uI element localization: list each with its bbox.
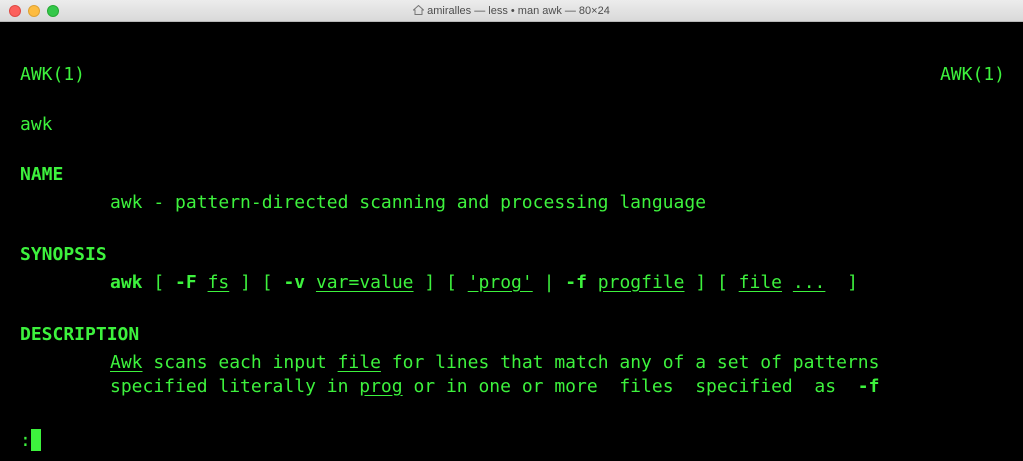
window-title: amiralles — less • man awk — 80×24 (0, 0, 1023, 22)
synopsis-heading: SYNOPSIS (20, 244, 107, 265)
description-text: specified literally in (110, 376, 360, 397)
home-icon (413, 5, 425, 15)
description-line-1: Awk scans each input file for lines that… (110, 351, 879, 375)
terminal-content[interactable]: AWK(1) AWK(1) awk NAME awk - pattern-dir… (0, 22, 1023, 461)
terminal-window: amiralles — less • man awk — 80×24 AWK(1… (0, 0, 1023, 461)
synopsis-arg: ... (792, 272, 826, 293)
synopsis-arg: file (738, 272, 783, 293)
synopsis-text: ] [ (684, 272, 739, 293)
window-title-text: amiralles — less • man awk — 80×24 (427, 5, 610, 17)
synopsis-option: -f (565, 272, 587, 293)
description-heading: DESCRIPTION (20, 324, 140, 345)
man-command: awk (20, 114, 53, 135)
description-word: file (337, 352, 381, 373)
synopsis-option: -v (283, 272, 306, 293)
title-bar[interactable]: amiralles — less • man awk — 80×24 (0, 0, 1023, 22)
synopsis-arg: var=value (315, 272, 414, 293)
man-header-left: AWK(1) (20, 64, 86, 85)
description-text: scans each input (142, 352, 338, 373)
synopsis-arg: 'prog' (467, 272, 533, 293)
synopsis-cmd: awk (110, 272, 143, 293)
description-line-2: specified literally in prog or in one or… (110, 375, 879, 399)
man-header-right: AWK(1) (939, 64, 1005, 85)
prompt-colon: : (20, 430, 31, 451)
description-word: Awk (110, 352, 143, 373)
synopsis-option: -F (175, 272, 197, 293)
description-text: or in one or more files specified as (402, 376, 858, 397)
synopsis-line: awk [ -F fs ] [ -v var=value ] [ 'prog' … (110, 271, 858, 295)
synopsis-arg: fs (207, 272, 230, 293)
name-heading: NAME (20, 164, 64, 185)
synopsis-text: ] [ (413, 272, 468, 293)
less-prompt[interactable]: : (20, 429, 41, 453)
text-cursor (30, 429, 41, 451)
synopsis-arg: progfile (597, 272, 685, 293)
synopsis-text: [ (142, 272, 176, 293)
name-description: awk - pattern-directed scanning and proc… (110, 192, 707, 213)
synopsis-text: | (532, 272, 566, 293)
description-word: prog (359, 376, 403, 397)
synopsis-text: ] (825, 272, 858, 293)
description-text: for lines that match any of a set of pat… (380, 352, 880, 373)
description-option: -f (857, 376, 880, 397)
synopsis-text: ] [ (229, 272, 284, 293)
